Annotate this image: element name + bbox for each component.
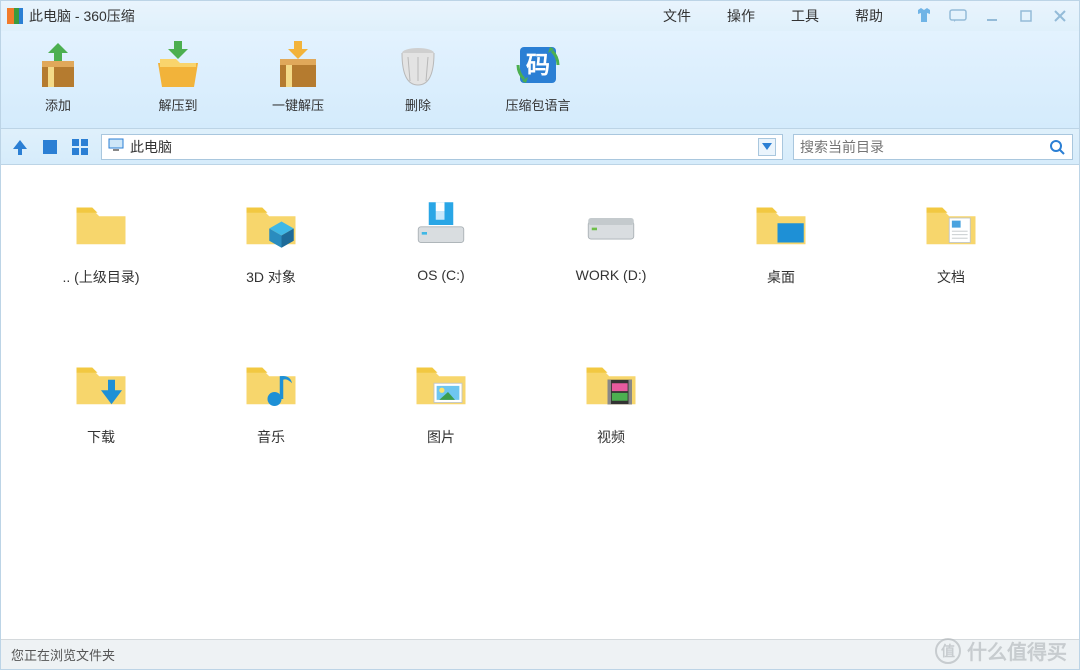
archive-language-icon: 码 <box>514 41 562 89</box>
toolbar-extract-to-label: 解压到 <box>158 95 197 114</box>
folder-music-icon <box>239 353 303 417</box>
nav-up-button[interactable] <box>7 134 33 160</box>
toolbar-extract-to-button[interactable]: 解压到 <box>133 37 223 114</box>
toolbar-add-label: 添加 <box>45 95 71 114</box>
folder-pictures-icon <box>409 353 473 417</box>
feedback-icon[interactable] <box>945 6 971 26</box>
watermark-text: 什么值得买 <box>967 636 1067 665</box>
watermark-badge: 值 <box>935 638 961 664</box>
address-dropdown-button[interactable] <box>758 138 776 156</box>
svg-text:码: 码 <box>526 52 550 79</box>
item-label: 3D 对象 <box>246 267 296 287</box>
item-label: OS (C:) <box>417 267 464 283</box>
item-label: 文档 <box>937 267 965 287</box>
view-grid-button[interactable] <box>67 134 93 160</box>
item-documents[interactable]: 文档 <box>871 185 1031 335</box>
toolbar-one-click-extract-label: 一键解压 <box>272 95 324 114</box>
item-label: WORK (D:) <box>576 267 647 283</box>
maximize-button[interactable] <box>1013 6 1039 26</box>
item-label: 下载 <box>87 427 115 447</box>
skin-icon[interactable] <box>911 6 937 26</box>
toolbar-one-click-extract-button[interactable]: 一键解压 <box>253 37 343 114</box>
item-parent-directory[interactable]: .. (上级目录) <box>21 185 181 335</box>
toolbar-archive-language-button[interactable]: 码 压缩包语言 <box>493 37 583 114</box>
item-label: 桌面 <box>767 267 795 287</box>
menu-help[interactable]: 帮助 <box>837 6 901 26</box>
folder-downloads-icon <box>69 353 133 417</box>
close-button[interactable] <box>1047 6 1073 26</box>
extract-to-icon <box>154 41 202 89</box>
drive-d-icon <box>579 193 643 257</box>
address-bar[interactable]: 此电脑 <box>101 134 783 160</box>
search-input[interactable] <box>800 139 1048 155</box>
window-title: 此电脑 - 360压缩 <box>29 6 135 26</box>
search-box[interactable] <box>793 134 1073 160</box>
status-text: 您正在浏览文件夹 <box>11 645 115 664</box>
toolbar-delete-button[interactable]: 删除 <box>373 37 463 114</box>
watermark: 值 什么值得买 <box>935 636 1067 665</box>
add-archive-icon <box>34 41 82 89</box>
address-bar-text: 此电脑 <box>130 137 172 157</box>
one-click-extract-icon <box>274 41 322 89</box>
view-large-icons-button[interactable] <box>37 134 63 160</box>
item-pictures[interactable]: 图片 <box>361 345 521 495</box>
item-label: .. (上级目录) <box>63 267 140 287</box>
folder-documents-icon <box>919 193 983 257</box>
menu-operate[interactable]: 操作 <box>709 6 773 26</box>
item-desktop[interactable]: 桌面 <box>701 185 861 335</box>
toolbar-add-button[interactable]: 添加 <box>13 37 103 114</box>
item-drive-c[interactable]: OS (C:) <box>361 185 521 335</box>
folder-icon <box>69 193 133 257</box>
menu-file[interactable]: 文件 <box>645 6 709 26</box>
folder-3d-icon <box>239 193 303 257</box>
item-label: 图片 <box>427 427 455 447</box>
toolbar-delete-label: 删除 <box>405 95 431 114</box>
folder-desktop-icon <box>749 193 813 257</box>
menu-tools[interactable]: 工具 <box>773 6 837 26</box>
computer-icon <box>108 138 124 155</box>
trash-icon <box>394 41 442 89</box>
item-drive-d[interactable]: WORK (D:) <box>531 185 691 335</box>
drive-c-icon <box>409 193 473 257</box>
app-icon <box>7 8 23 24</box>
toolbar-archive-language-label: 压缩包语言 <box>505 95 570 114</box>
folder-videos-icon <box>579 353 643 417</box>
item-3d-objects[interactable]: 3D 对象 <box>191 185 351 335</box>
item-downloads[interactable]: 下载 <box>21 345 181 495</box>
minimize-button[interactable] <box>979 6 1005 26</box>
item-label: 视频 <box>597 427 625 447</box>
item-music[interactable]: 音乐 <box>191 345 351 495</box>
item-label: 音乐 <box>257 427 285 447</box>
item-videos[interactable]: 视频 <box>531 345 691 495</box>
search-icon[interactable] <box>1048 138 1066 156</box>
